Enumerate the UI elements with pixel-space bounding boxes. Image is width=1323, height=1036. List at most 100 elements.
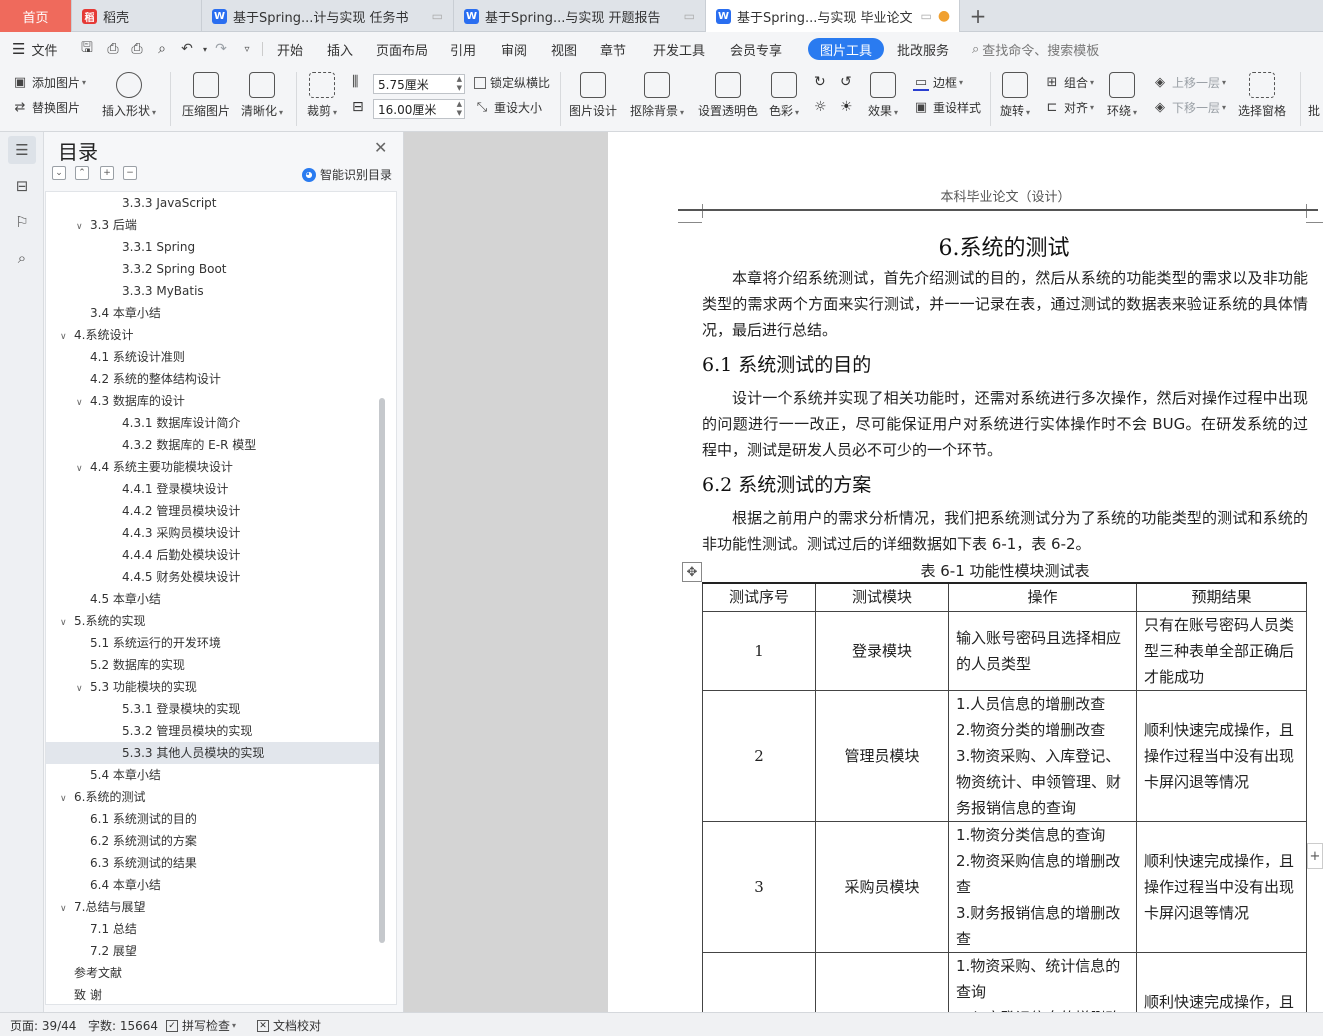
toc-item[interactable]: 致 谢 <box>46 984 380 1004</box>
menu-references[interactable]: 引用 <box>450 39 476 59</box>
send-backward-button[interactable]: ◈ 下移一层 ▾ <box>1152 99 1226 116</box>
undo-icon[interactable]: ↶ <box>178 40 196 58</box>
reset-size-button[interactable]: ⤡ 重设大小 <box>474 99 542 116</box>
toc-scrollbar[interactable] <box>379 398 385 943</box>
menu-layout[interactable]: 页面布局 <box>376 39 428 59</box>
toc-item[interactable]: 4.4.1 登录模块设计 <box>46 478 380 500</box>
chevron-down-icon[interactable]: ∨ <box>76 458 90 480</box>
replace-picture-button[interactable]: ⇄ 替换图片 <box>12 99 80 116</box>
rotate-right-icon[interactable]: ↺ <box>840 74 852 90</box>
menu-chapter[interactable]: 章节 <box>600 39 626 59</box>
tab-pin-icon[interactable]: ▭ <box>424 9 443 23</box>
compress-picture-button[interactable]: 压缩图片 <box>182 72 230 119</box>
spell-check-button[interactable]: ✓ 拼写检查 ▾ <box>166 1017 236 1034</box>
toc-item[interactable]: 5.4 本章小结 <box>46 764 380 786</box>
toc-item[interactable]: 4.2 系统的整体结构设计 <box>46 368 380 390</box>
smart-toc-button[interactable]: ◕ 智能识别目录 <box>302 166 392 183</box>
print-preview-icon[interactable]: ⌕ <box>153 40 171 58</box>
remove-heading-icon[interactable]: − <box>123 166 137 180</box>
toc-item[interactable]: 4.3.2 数据库的 E-R 模型 <box>46 434 380 456</box>
crop-button[interactable]: 裁剪 ▾ <box>307 72 337 119</box>
tab-task-book[interactable]: W 基于Spring...计与实现 任务书 ▭ <box>202 0 454 32</box>
sharpen-button[interactable]: 清晰化 ▾ <box>241 72 283 119</box>
rotate-button[interactable]: 旋转 ▾ <box>1000 72 1030 119</box>
export-pdf-icon[interactable]: ⎙ <box>104 40 122 58</box>
chapter-nav-icon[interactable]: ⊟ <box>8 172 36 200</box>
wrap-button[interactable]: 环绕 ▾ <box>1107 72 1137 119</box>
selection-pane-button[interactable]: 选择窗格 <box>1238 72 1286 119</box>
toc-item[interactable]: 3.3.2 Spring Boot <box>46 258 380 280</box>
add-heading-icon[interactable]: + <box>100 166 114 180</box>
toc-item[interactable]: ∨ 6.系统的测试 <box>46 786 380 808</box>
toc-item[interactable]: 3.4 本章小结 <box>46 302 380 324</box>
toc-item[interactable]: 5.1 系统运行的开发环境 <box>46 632 380 654</box>
toc-item[interactable]: 4.3.1 数据库设计简介 <box>46 412 380 434</box>
color-button[interactable]: 色彩 ▾ <box>769 72 799 119</box>
document-proof-button[interactable]: ✕ 文档校对 <box>257 1017 321 1034</box>
expand-all-icon[interactable]: ⌃ <box>75 166 89 180</box>
toc-item[interactable]: ∨ 5.3 功能模块的实现 <box>46 676 380 698</box>
collapse-all-icon[interactable]: ⌄ <box>52 166 66 180</box>
width-input[interactable]: 16.00厘米 ▲ ▼ <box>373 99 465 119</box>
chevron-down-icon[interactable]: ∨ <box>76 678 90 700</box>
page-count[interactable]: 页面: 39/44 <box>10 1017 76 1034</box>
add-picture-button[interactable]: ▣ 添加图片 ▾ <box>12 74 86 91</box>
picture-design-button[interactable]: 图片设计 <box>569 72 617 119</box>
lock-ratio-checkbox[interactable]: 锁定纵横比 <box>474 74 550 91</box>
toc-item[interactable]: ∨ 4.系统设计 <box>46 324 380 346</box>
save-icon[interactable]: 🖫 <box>78 40 96 58</box>
align-button[interactable]: ⊏ 对齐 ▾ <box>1044 99 1094 116</box>
toc-item[interactable]: 4.4.2 管理员模块设计 <box>46 500 380 522</box>
menu-picture-tools[interactable]: 图片工具 <box>808 38 885 60</box>
toc-item[interactable]: 6.2 系统测试的方案 <box>46 830 380 852</box>
reset-style-button[interactable]: ▣ 重设样式 <box>913 99 981 116</box>
file-menu[interactable]: ☰ 文件 <box>12 39 57 59</box>
border-button[interactable]: ▭ 边框 ▾ <box>913 74 963 91</box>
print-icon[interactable]: ⎙ <box>128 40 146 58</box>
menu-member[interactable]: 会员专享 <box>730 39 782 59</box>
menu-start[interactable]: 开始 <box>277 39 303 59</box>
word-count[interactable]: 字数: 15664 <box>88 1017 158 1034</box>
toc-item[interactable]: ∨ 5.系统的实现 <box>46 610 380 632</box>
toc-item[interactable]: 3.3.3 JavaScript <box>46 192 380 214</box>
menu-review[interactable]: 审阅 <box>501 39 527 59</box>
remove-background-button[interactable]: 抠除背景 ▾ <box>630 72 684 119</box>
toc-item[interactable]: 6.3 系统测试的结果 <box>46 852 380 874</box>
spin-arrows-icon[interactable]: ▲ ▼ <box>457 100 462 118</box>
group-button[interactable]: ⊞ 组合 ▾ <box>1044 74 1094 91</box>
document-page[interactable]: 本科毕业论文（设计） 6.系统的测试 本章将介绍系统测试，首先介绍测试的目的，然… <box>608 132 1323 1012</box>
menu-correction-service[interactable]: 批改服务 <box>897 39 949 59</box>
close-icon[interactable]: ✕ <box>374 138 387 157</box>
chevron-down-icon[interactable]: ∨ <box>60 612 74 634</box>
chevron-down-icon[interactable]: ∨ <box>76 392 90 414</box>
tab-docer[interactable]: 稻 稻壳 <box>72 0 202 32</box>
menu-view[interactable]: 视图 <box>551 39 577 59</box>
toc-item[interactable]: 3.3.3 MyBatis <box>46 280 380 302</box>
insert-shape-button[interactable]: 插入形状 ▾ <box>102 72 156 119</box>
toc-view-icon[interactable]: ☰ <box>8 136 36 164</box>
effects-button[interactable]: 效果 ▾ <box>868 72 898 119</box>
toc-item[interactable]: 4.4.3 采购员模块设计 <box>46 522 380 544</box>
rotate-left-icon[interactable]: ↻ <box>814 74 826 90</box>
tab-pin-icon[interactable]: ▭ <box>912 9 931 23</box>
toc-item[interactable]: 参考文献 <box>46 962 380 984</box>
find-icon[interactable]: ⌕ <box>8 244 36 272</box>
chevron-down-icon[interactable]: ∨ <box>60 326 74 348</box>
height-input[interactable]: 5.75厘米 ▲ ▼ <box>373 74 465 94</box>
toc-item[interactable]: 7.1 总结 <box>46 918 380 940</box>
toc-item[interactable]: ∨ 4.3 数据库的设计 <box>46 390 380 412</box>
toc-item[interactable]: 4.1 系统设计准则 <box>46 346 380 368</box>
tab-proposal[interactable]: W 基于Spring...与实现 开题报告 ▭ <box>454 0 706 32</box>
toc-item[interactable]: ∨ 7.总结与展望 <box>46 896 380 918</box>
new-tab-button[interactable]: + <box>966 4 990 28</box>
toc-item[interactable]: ∨ 4.4 系统主要功能模块设计 <box>46 456 380 478</box>
toc-item[interactable]: 5.3.1 登录模块的实现 <box>46 698 380 720</box>
toc-item[interactable]: 5.3.3 其他人员模块的实现 <box>46 742 380 764</box>
menu-developer[interactable]: 开发工具 <box>653 39 705 59</box>
toc-item[interactable]: 5.2 数据库的实现 <box>46 654 380 676</box>
menu-insert[interactable]: 插入 <box>327 39 353 59</box>
command-search[interactable]: ⌕ 查找命令、搜索模板 <box>972 39 1099 59</box>
contrast-icon[interactable]: ☀ <box>840 99 853 115</box>
toc-item[interactable]: 4.4.5 财务处模块设计 <box>46 566 380 588</box>
toc-item[interactable]: 6.1 系统测试的目的 <box>46 808 380 830</box>
